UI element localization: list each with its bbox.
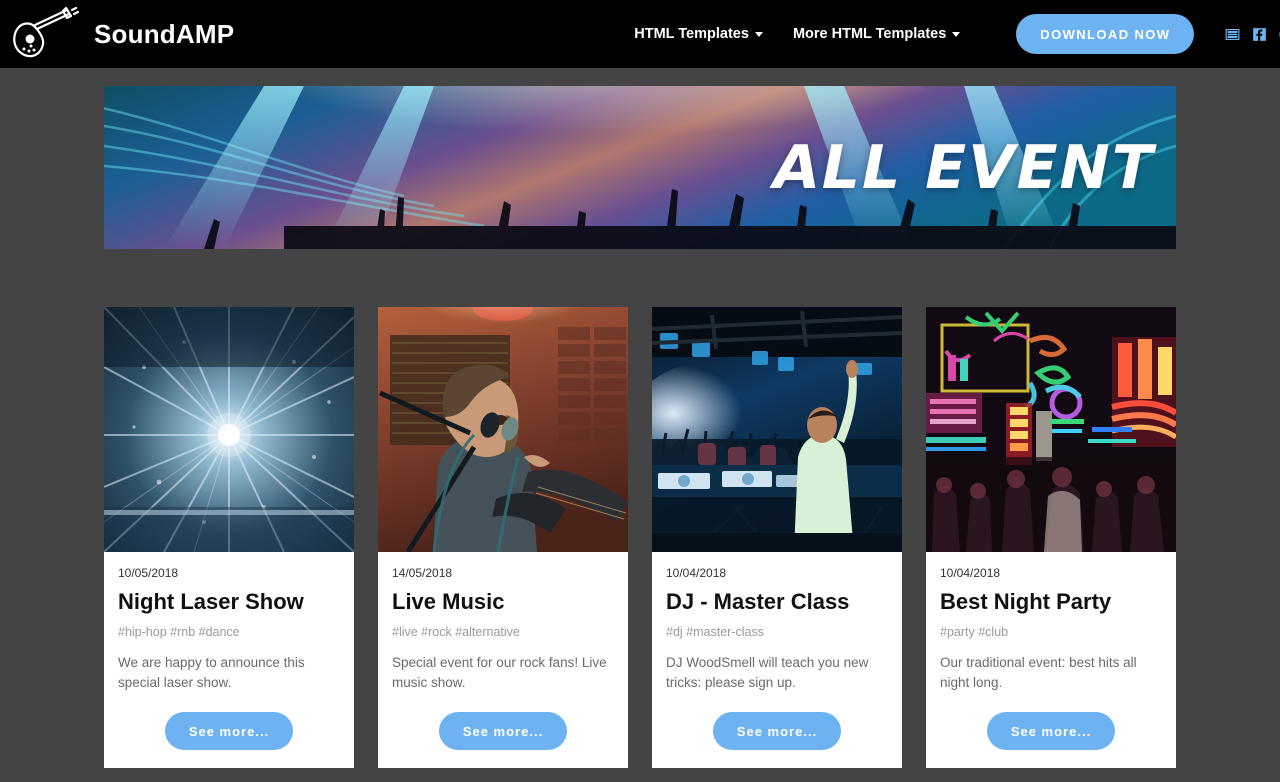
event-card[interactable]: 10/04/2018 DJ - Master Class #dj #master… [652, 307, 902, 769]
event-tags: #hip-hop #rnb #dance [118, 625, 240, 640]
event-date: 10/04/2018 [666, 566, 727, 580]
see-more-button[interactable]: See more... [164, 712, 294, 751]
hero-title: ALL EVENT [765, 132, 1161, 203]
brand-name: SoundAMP [94, 18, 235, 49]
event-date: 10/04/2018 [940, 566, 1001, 580]
event-card-image [926, 307, 1176, 552]
see-more-button[interactable]: See more... [712, 712, 842, 751]
event-title: DJ - Master Class [666, 589, 850, 614]
nav-item-more-html-templates[interactable]: More HTML Templates [792, 26, 961, 42]
nav-item-html-templates[interactable]: HTML Templates [634, 26, 763, 42]
nav-item-label: HTML Templates [634, 26, 749, 42]
event-card-image [104, 307, 354, 552]
social-links [1224, 26, 1280, 43]
brand-logo[interactable]: SoundAMP [10, 6, 234, 62]
chevron-down-icon [952, 31, 961, 37]
event-tags: #party #club [940, 625, 1009, 640]
event-button-row: See more... [940, 712, 1162, 751]
event-tags: #live #rock #alternative [392, 625, 520, 640]
event-tags: #dj #master-class [666, 625, 764, 640]
main-nav: HTML Templates More HTML Templates DOWNL… [634, 14, 1195, 54]
guitarist-photo [378, 307, 628, 552]
youtube-icon[interactable] [1224, 26, 1241, 43]
guitar-icon [13, 6, 80, 58]
event-date: 10/05/2018 [118, 566, 179, 580]
event-description: Our traditional event: best hits all nig… [940, 655, 1137, 690]
event-date: 14/05/2018 [392, 566, 453, 580]
event-button-row: See more... [118, 712, 340, 751]
nav-item-label: More HTML Templates [792, 26, 947, 42]
event-card-body: 10/04/2018 DJ - Master Class #dj #master… [652, 552, 902, 768]
download-now-button[interactable]: DOWNLOAD NOW [1016, 14, 1195, 54]
event-title: Night Laser Show [118, 589, 304, 614]
event-card[interactable]: 14/05/2018 Live Music #live #rock #alter… [378, 307, 628, 769]
event-button-row: See more... [666, 712, 888, 751]
hero-section: ALL EVENT [0, 68, 1280, 249]
event-description: DJ WoodSmell will teach you new tricks: … [666, 655, 869, 690]
event-title: Best Night Party [940, 589, 1112, 614]
event-description: Special event for our rock fans! Live mu… [392, 655, 607, 690]
event-card-body: 10/05/2018 Night Laser Show #hip-hop #rn… [104, 552, 354, 768]
chevron-down-icon [754, 31, 763, 37]
neon-street-photo [926, 307, 1176, 552]
event-description: We are happy to announce this special la… [118, 655, 305, 690]
event-card-body: 14/05/2018 Live Music #live #rock #alter… [378, 552, 628, 768]
event-card[interactable]: 10/04/2018 Best Night Party #party #club… [926, 307, 1176, 769]
see-more-button[interactable]: See more... [438, 712, 568, 751]
event-card[interactable]: 10/05/2018 Night Laser Show #hip-hop #rn… [104, 307, 354, 769]
event-card-image [652, 307, 902, 552]
laser-burst-photo [104, 307, 354, 552]
event-card-image [378, 307, 628, 552]
event-title: Live Music [392, 589, 505, 614]
event-card-body: 10/04/2018 Best Night Party #party #club… [926, 552, 1176, 768]
dj-crowd-photo [652, 307, 902, 552]
event-button-row: See more... [392, 712, 614, 751]
site-header: SoundAMP HTML Templates More HTML Templa… [0, 0, 1280, 68]
hero-banner: ALL EVENT [104, 86, 1176, 249]
see-more-button[interactable]: See more... [986, 712, 1116, 751]
facebook-icon[interactable] [1251, 26, 1268, 43]
event-cards-grid: 10/05/2018 Night Laser Show #hip-hop #rn… [0, 307, 1280, 769]
